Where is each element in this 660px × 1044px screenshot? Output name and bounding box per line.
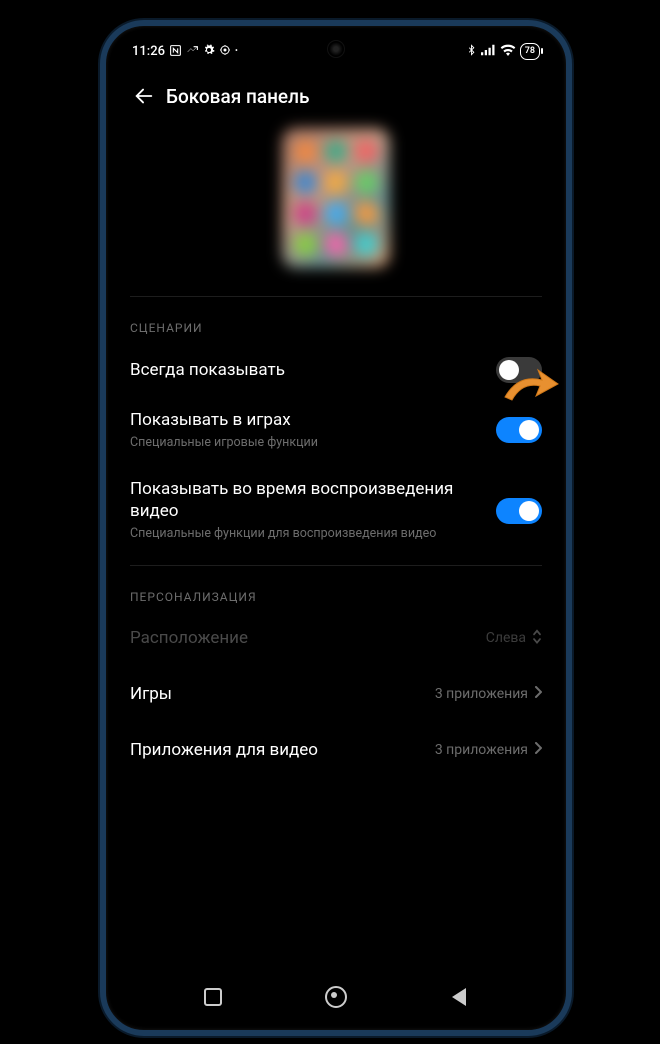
nav-back-button[interactable] xyxy=(447,985,471,1009)
setting-value: Слева xyxy=(486,630,526,646)
setting-subtitle: Специальные функции для воспроизведения … xyxy=(130,526,484,543)
phone-frame: 11:26 • xyxy=(100,20,572,1036)
setting-value: 3 приложения xyxy=(435,686,528,702)
chevron-right-icon xyxy=(534,686,542,702)
screen: 11:26 • xyxy=(110,30,562,1026)
nav-recents-button[interactable] xyxy=(201,985,225,1009)
app-bar: Боковая панель xyxy=(110,66,562,122)
setting-title: Приложения для видео xyxy=(130,740,318,760)
location-icon xyxy=(219,44,231,58)
setting-title: Показывать в играх xyxy=(130,409,484,431)
navigation-bar xyxy=(110,974,562,1020)
setting-title: Всегда показывать xyxy=(130,359,484,381)
section-header-personalization: ПЕРСОНАЛИЗАЦИЯ xyxy=(110,566,562,610)
nav-home-button[interactable] xyxy=(324,985,348,1009)
page-title: Боковая панель xyxy=(166,85,309,108)
setting-always-show[interactable]: Всегда показывать xyxy=(110,341,562,393)
dot-icon: • xyxy=(235,47,238,55)
setting-games[interactable]: Игры 3 приложения xyxy=(110,666,562,722)
toggle-always-show[interactable] xyxy=(496,357,542,383)
sidebar-preview-image xyxy=(282,128,390,268)
signal-icon xyxy=(481,44,496,58)
wifi-icon xyxy=(500,44,516,58)
toggle-show-in-games[interactable] xyxy=(496,417,542,443)
setting-title: Расположение xyxy=(130,628,248,648)
bluetooth-icon xyxy=(466,43,477,59)
setting-subtitle: Специальные игровые функции xyxy=(130,435,484,452)
front-camera xyxy=(327,40,345,58)
toggle-show-in-video[interactable] xyxy=(496,498,542,524)
battery-indicator: 78 xyxy=(520,43,540,60)
gear-icon xyxy=(203,44,215,58)
setting-video-apps[interactable]: Приложения для видео 3 приложения xyxy=(110,722,562,778)
nfc-icon xyxy=(169,44,182,59)
setting-show-in-video[interactable]: Показывать во время воспроизведения виде… xyxy=(110,462,562,553)
setting-title: Показывать во время воспроизведения виде… xyxy=(130,478,484,522)
setting-position[interactable]: Расположение Слева xyxy=(110,610,562,666)
back-button[interactable] xyxy=(126,78,162,114)
setting-show-in-games[interactable]: Показывать в играх Специальные игровые ф… xyxy=(110,393,562,462)
status-time: 11:26 xyxy=(132,44,165,59)
section-header-scenarios: СЦЕНАРИИ xyxy=(110,297,562,341)
setting-title: Игры xyxy=(130,684,172,704)
chevron-right-icon xyxy=(534,742,542,758)
setting-value: 3 приложения xyxy=(435,742,528,758)
missed-call-icon xyxy=(186,44,199,59)
updown-icon xyxy=(532,628,542,648)
